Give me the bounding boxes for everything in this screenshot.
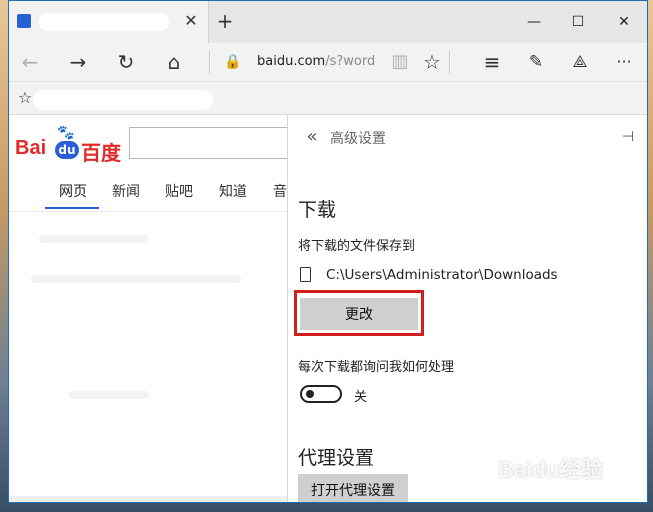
logo-du-text: du xyxy=(55,141,79,159)
url-path: /s?word= xyxy=(325,54,375,69)
close-window-button[interactable]: ✕ xyxy=(601,1,647,43)
paw-icon: 🐾 xyxy=(57,125,75,141)
nav-item-web[interactable]: 网页 xyxy=(59,181,87,201)
open-proxy-settings-button[interactable]: 打开代理设置 xyxy=(298,474,408,502)
address-separator xyxy=(209,51,210,73)
download-path: C:\Users\Administrator\Downloads xyxy=(326,267,558,283)
baidu-jingyan-watermark: Baidu经验 xyxy=(498,457,604,482)
refresh-button[interactable]: ↻ xyxy=(111,47,141,77)
web-note-icon[interactable]: ✎ xyxy=(521,47,551,77)
minimize-button[interactable]: — xyxy=(511,1,557,43)
download-section-title: 下载 xyxy=(298,199,337,221)
horizontal-scrollbar[interactable] xyxy=(9,496,287,502)
favorites-bar: ☆ xyxy=(9,82,647,115)
new-tab-button[interactable]: + xyxy=(214,10,236,32)
favorites-item-redacted[interactable] xyxy=(33,90,213,110)
highlight-box xyxy=(294,290,424,336)
save-location-label: 将下载的文件保存到 xyxy=(298,239,416,254)
nav-item-tieba[interactable]: 贴吧 xyxy=(165,181,193,201)
baidu-logo[interactable]: Bai 🐾 du 百度 xyxy=(15,125,127,165)
file-icon xyxy=(300,267,311,282)
ask-download-toggle[interactable] xyxy=(300,385,342,403)
toggle-state-label: 关 xyxy=(354,390,368,405)
tab-bar: 🐾 ✕ + — ☐ ✕ xyxy=(9,1,647,43)
navigation-bar: ← → ↻ ⌂ 🔒 baidu.com/s?word= ▥ ☆ ≡ ✎ ⟁ ··… xyxy=(9,43,647,82)
lock-icon[interactable]: 🔒 xyxy=(223,47,243,77)
tab-close-icon[interactable]: ✕ xyxy=(181,11,201,31)
share-icon[interactable]: ⟁ xyxy=(565,47,595,77)
back-chevron-icon[interactable]: « xyxy=(302,127,322,147)
nav-item-music[interactable]: 音 xyxy=(273,181,287,201)
favorite-star-icon[interactable]: ☆ xyxy=(417,47,447,77)
maximize-button[interactable]: ☐ xyxy=(555,1,601,43)
toolbar-separator xyxy=(449,51,450,73)
blurred-result-line xyxy=(69,391,149,399)
ask-download-label: 每次下载都询问我如何处理 xyxy=(298,360,455,375)
hub-icon[interactable]: ≡ xyxy=(477,47,507,77)
logo-chinese-text: 百度 xyxy=(81,141,121,165)
watermark-url: jingyan.baidu.com xyxy=(510,481,607,495)
more-icon[interactable]: ··· xyxy=(609,47,639,77)
baidu-page: Bai 🐾 du 百度 网页 新闻 贴吧 知道 音 xyxy=(9,115,287,502)
pin-icon[interactable]: ⊣ xyxy=(618,127,638,147)
baidu-paw-icon: 🐾 xyxy=(17,14,31,28)
nav-item-zhidao[interactable]: 知道 xyxy=(219,181,247,201)
search-input[interactable] xyxy=(129,127,287,159)
proxy-section-title: 代理设置 xyxy=(298,447,375,469)
blurred-result-line xyxy=(31,275,241,283)
page-category-nav: 网页 新闻 贴吧 知道 音 xyxy=(9,171,287,212)
logo-bai-text: Bai xyxy=(15,137,47,159)
edge-browser-window: 🐾 ✕ + — ☐ ✕ ← → ↻ ⌂ 🔒 baidu.com/s?word= … xyxy=(8,0,648,503)
toggle-knob xyxy=(306,390,314,398)
advanced-settings-panel: « 高级设置 ⊣ 下载 将下载的文件保存到 C:\Users\Administr… xyxy=(287,115,647,502)
nav-item-news[interactable]: 新闻 xyxy=(112,181,140,201)
address-bar[interactable]: baidu.com/s?word= xyxy=(257,47,375,77)
active-tab-underline xyxy=(45,207,99,209)
home-button[interactable]: ⌂ xyxy=(159,47,189,77)
tab-title-redacted xyxy=(39,13,169,31)
url-host: baidu.com xyxy=(257,54,326,69)
blurred-result-line xyxy=(39,235,149,243)
active-tab[interactable]: 🐾 ✕ xyxy=(9,1,209,43)
forward-button[interactable]: → xyxy=(63,47,93,77)
reading-view-icon[interactable]: ▥ xyxy=(385,47,415,77)
back-button[interactable]: ← xyxy=(15,47,45,77)
panel-title: 高级设置 xyxy=(330,131,386,147)
